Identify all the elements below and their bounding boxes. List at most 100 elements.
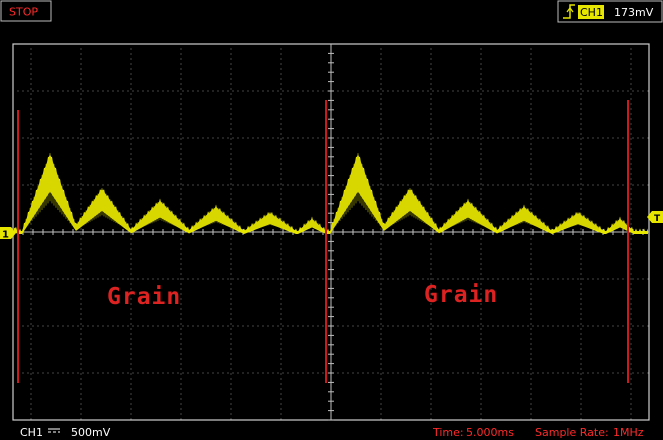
grid-dot: [517, 90, 519, 92]
grid-dot: [542, 372, 544, 374]
grid-dot: [130, 413, 132, 415]
grid-dot: [112, 325, 114, 327]
grid-dot: [157, 90, 159, 92]
grid-dot: [502, 278, 504, 280]
grid-dot: [230, 253, 232, 255]
grid-dot: [480, 228, 482, 230]
grid-dot: [30, 363, 32, 365]
grid-dot: [87, 278, 89, 280]
grid-dot: [142, 184, 144, 186]
grid-dot: [380, 58, 382, 60]
grid-dot: [280, 358, 282, 360]
grid-dot: [467, 325, 469, 327]
grid-dot: [347, 90, 349, 92]
grid-dot: [312, 278, 314, 280]
grid-dot: [30, 98, 32, 100]
grid-dot: [280, 258, 282, 260]
grid-dot: [280, 213, 282, 215]
grid-dot: [280, 118, 282, 120]
grid-dot: [80, 268, 82, 270]
grid-dot: [367, 278, 369, 280]
grid-dot: [480, 398, 482, 400]
grid-dot: [80, 78, 82, 80]
grid-dot: [392, 325, 394, 327]
grid-dot: [230, 48, 232, 50]
grid-dot: [552, 90, 554, 92]
grid-dot: [177, 372, 179, 374]
grid-dot: [172, 372, 174, 374]
grid-dot: [630, 78, 632, 80]
grid-dot: [80, 303, 82, 305]
grid-dot: [127, 137, 129, 139]
grid-dot: [630, 293, 632, 295]
grid-dot: [97, 372, 99, 374]
grid-dot: [292, 325, 294, 327]
grid-dot: [480, 338, 482, 340]
grid-dot: [280, 173, 282, 175]
grid-dot: [232, 90, 234, 92]
grid-dot: [127, 325, 129, 327]
grid-dot: [280, 128, 282, 130]
grid-dot: [130, 78, 132, 80]
grid-dot: [392, 137, 394, 139]
grid-dot: [230, 138, 232, 140]
grid-dot: [180, 388, 182, 390]
grid-dot: [130, 158, 132, 160]
grid-dot: [212, 90, 214, 92]
grid-dot: [357, 325, 359, 327]
grid-dot: [602, 325, 604, 327]
grid-dot: [80, 333, 82, 335]
grid-dot: [280, 68, 282, 70]
grid-dot: [180, 343, 182, 345]
grid-dot: [380, 258, 382, 260]
grid-dot: [542, 278, 544, 280]
grid-dot: [247, 325, 249, 327]
grid-dot: [30, 393, 32, 395]
grid-dot: [480, 163, 482, 165]
grid-dot: [602, 278, 604, 280]
grid-dot: [407, 325, 409, 327]
grid-dot: [347, 278, 349, 280]
grid-dot: [180, 383, 182, 385]
grid-dot: [180, 188, 182, 190]
grid-dot: [282, 372, 284, 374]
grid-dot: [80, 373, 82, 375]
grid-dot: [580, 173, 582, 175]
grid-dot: [230, 248, 232, 250]
grid-dot: [630, 133, 632, 135]
run-state-label: STOP: [9, 6, 38, 19]
grid-dot: [92, 184, 94, 186]
grid-dot: [637, 325, 639, 327]
grid-dot: [562, 325, 564, 327]
grid-dot: [380, 183, 382, 185]
grid-dot: [147, 90, 149, 92]
grid-dot: [462, 372, 464, 374]
grid-dot: [522, 137, 524, 139]
grid-dot: [230, 103, 232, 105]
grid-dot: [30, 303, 32, 305]
grid-dot: [62, 325, 64, 327]
grid-dot: [372, 90, 374, 92]
grid-dot: [30, 143, 32, 145]
grid-dot: [80, 253, 82, 255]
grid-dot: [230, 198, 232, 200]
grid-dot: [587, 278, 589, 280]
grid-dot: [132, 372, 134, 374]
grid-dot: [557, 184, 559, 186]
grid-dot: [130, 358, 132, 360]
grid-dot: [30, 318, 32, 320]
grid-dot: [382, 372, 384, 374]
grid-dot: [630, 73, 632, 75]
grid-dot: [530, 278, 532, 280]
grid-dot: [532, 90, 534, 92]
grid-dot: [27, 325, 29, 327]
grid-dot: [242, 278, 244, 280]
grid-dot: [167, 278, 169, 280]
grid-dot: [630, 313, 632, 315]
grid-dot: [430, 98, 432, 100]
grid-dot: [580, 358, 582, 360]
grid-dot: [602, 137, 604, 139]
grid-dot: [530, 103, 532, 105]
grid-dot: [147, 278, 149, 280]
grid-dot: [580, 338, 582, 340]
